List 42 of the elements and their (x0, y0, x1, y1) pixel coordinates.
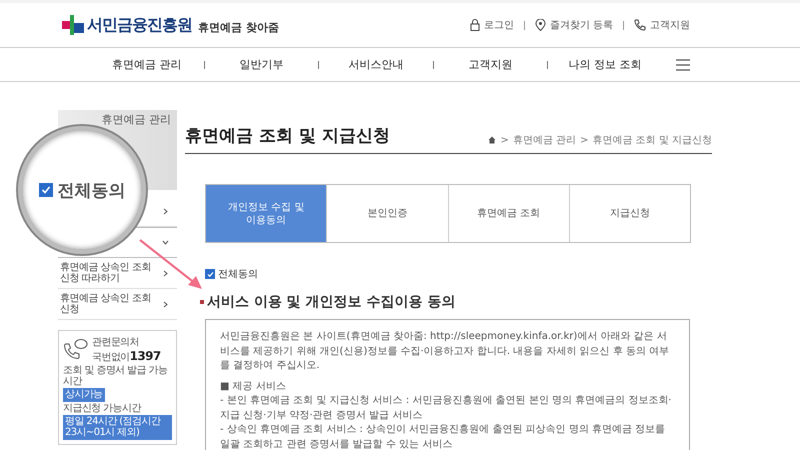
page-title: 휴면예금 조회 및 지급신청 (185, 125, 390, 147)
hours-badge: 평일 24시간 (점검시간 23시~01시 제외) (63, 414, 172, 440)
sidebar-title: 휴면예금 관리 (102, 112, 171, 127)
nav-item[interactable]: 나의 정보 조회 (548, 57, 662, 72)
sidebar-item[interactable]: 휴면예금 상속인 조회신청 (58, 289, 177, 320)
number-prefix: 국번없이 (92, 351, 130, 364)
nav-item[interactable]: 휴면예금 관리 (90, 57, 204, 72)
phone-number: 1397 (130, 349, 161, 363)
agree-all-label: 전체동의 (218, 268, 258, 281)
home-icon[interactable] (488, 136, 496, 144)
breadcrumb-separator: > (500, 134, 509, 146)
terms-paragraph: ■ 제공 서비스 (220, 380, 287, 394)
terms-paragraph: - 상속인 휴면예금 조회 서비스 : 상속인이 서민금융진흥원에 출연된 피상속인 명의 휴면예금 정보를 일괄 조회하고 관련 증명서를 발급할 수 있는 서비스 (220, 423, 666, 450)
lock-icon (470, 19, 480, 31)
contact-label: 관련문의처 (92, 336, 140, 349)
breadcrumb-link[interactable]: 휴면예금 관리 (512, 133, 576, 147)
nav-item[interactable]: 고객지원 (434, 57, 548, 72)
breadcrumb-link[interactable]: 휴면예금 조회 및 지급신청 (592, 133, 712, 147)
bullet-icon (200, 300, 204, 304)
hours-label: 지급신청 가능시간 (63, 402, 141, 414)
hours-badge: 상시가능 (63, 388, 105, 402)
logo-icon (62, 15, 84, 35)
utility-link[interactable]: 고객지원 (650, 18, 690, 32)
agree-all-checkbox[interactable] (205, 269, 215, 279)
sidebar-item[interactable]: 휴면예금 상속인 조회신청 따라하기 (58, 258, 177, 289)
logo-text[interactable]: 서민금융진흥원 (87, 14, 192, 36)
phone-icon (634, 19, 646, 31)
nav-item[interactable]: 일반기부 (204, 57, 318, 72)
pin-icon (534, 19, 546, 31)
menu-icon[interactable] (676, 58, 690, 70)
terms-paragraph: 서민금융진흥원은 본 사이트(휴면예금 찾아줌: http://sleepmoney.kinfa.or.kr)에서 아래와 같은 서비스를 제공하기 위해 개인(신용)정보를 수집·이용하고자 합니다. 내용을 자세히 읽으신 후 동의 여부를 결정하여 주십시오. (220, 330, 670, 373)
magnified-label: 전체동의 (58, 180, 126, 202)
hours-label: 조회 및 증명서 발급 가능시간 (63, 365, 168, 387)
terms-paragraph: - 본인 휴면예금 조회 및 지급신청 서비스 : 서민금융진흥원에 출연된 본인 명의 휴면예금의 정보조회·지급 신청·기부 약정·관련 증명서 발급 서비스 (220, 394, 672, 422)
breadcrumb-separator: > (580, 134, 588, 146)
phone-chat-icon (63, 338, 89, 362)
utility-link[interactable]: 즐겨찾기 등록 (550, 18, 613, 32)
section-title: 서비스 이용 및 개인정보 수집이용 동의 (207, 293, 456, 311)
service-name: 휴면예금 찾아줌 (198, 20, 279, 34)
utility-link[interactable]: 로그인 (484, 18, 514, 32)
nav-item[interactable]: 서비스안내 (319, 57, 433, 72)
checkmark-icon (206, 270, 214, 278)
